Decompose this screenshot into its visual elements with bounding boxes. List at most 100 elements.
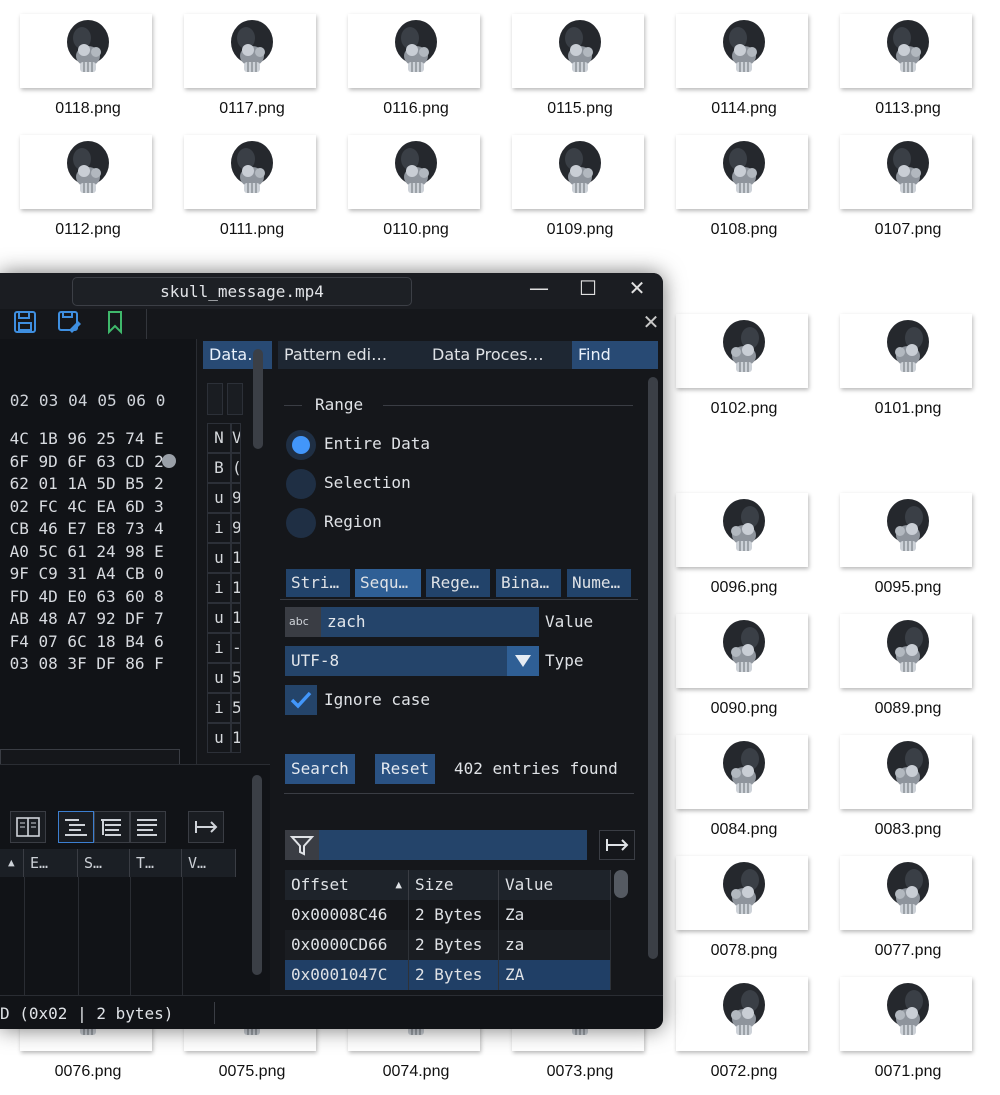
- radio-label-selection: Selection: [324, 473, 411, 492]
- file-name: 0110.png: [383, 221, 449, 238]
- ignore-case-label: Ignore case: [324, 690, 430, 709]
- column-header[interactable]: V…: [182, 849, 236, 877]
- file-name: 0095.png: [874, 579, 942, 596]
- hex-row[interactable]: FD 4D E0 63 60 8: [0, 587, 164, 606]
- image-thumbnail: [840, 735, 972, 809]
- column-header-size[interactable]: Size: [409, 870, 499, 900]
- tab-data-inspector[interactable]: Data…: [203, 341, 277, 369]
- inspector-cell: i: [207, 633, 231, 663]
- hex-row[interactable]: 6F 9D 6F 63 CD 2: [0, 452, 164, 471]
- column-header-offset-label: Offset: [291, 875, 349, 894]
- inspector-cell: u: [207, 663, 231, 693]
- radio-label-region: Region: [324, 512, 382, 531]
- file-name: 0118.png: [55, 100, 121, 117]
- hex-row[interactable]: 9F C9 31 A4 CB 0: [0, 564, 164, 583]
- file-name: 0078.png: [710, 942, 778, 959]
- book-view-icon[interactable]: [10, 811, 46, 843]
- toolbar-divider: [146, 309, 147, 339]
- value-input[interactable]: zach: [321, 607, 539, 637]
- bottom-left-scrollbar[interactable]: [252, 775, 262, 975]
- column-header[interactable]: E…: [24, 849, 78, 877]
- image-thumbnail: [676, 14, 808, 88]
- tab-string-search[interactable]: Stri…: [286, 569, 350, 597]
- hex-row[interactable]: AB 48 A7 92 DF 7: [0, 609, 164, 628]
- sort-ascending-icon: ▲: [395, 878, 402, 891]
- hex-row[interactable]: A0 5C 61 24 98 E: [0, 542, 164, 561]
- search-button[interactable]: Search: [285, 754, 355, 784]
- column-divider: [24, 877, 25, 995]
- tree-view-icon[interactable]: [58, 811, 94, 843]
- file-name: 0108.png: [710, 221, 778, 238]
- title-bar[interactable]: skull_message.mp4 — ☐ ✕: [0, 273, 663, 309]
- save-as-icon[interactable]: [56, 309, 82, 335]
- tab-sequence-search[interactable]: Sequ…: [355, 569, 421, 597]
- image-thumbnail: [348, 135, 480, 209]
- jump-arrow-icon[interactable]: [188, 811, 224, 843]
- file-name: 0113.png: [875, 100, 941, 117]
- radio-entire-data[interactable]: [286, 430, 316, 460]
- image-thumbnail: [676, 856, 808, 930]
- list-view-icon[interactable]: [130, 811, 166, 843]
- radio-selection[interactable]: [286, 469, 316, 499]
- hex-row[interactable]: 62 01 1A 5D B5 2: [0, 474, 164, 493]
- type-select[interactable]: UTF-8: [285, 646, 507, 676]
- results-scrollbar[interactable]: [614, 870, 628, 898]
- minimize-button[interactable]: —: [516, 273, 562, 305]
- column-divider: [182, 877, 183, 995]
- radio-region[interactable]: [286, 508, 316, 538]
- jump-to-result-icon[interactable]: [599, 830, 635, 860]
- column-header[interactable]: S…: [78, 849, 130, 877]
- image-thumbnail: [676, 314, 808, 388]
- tab-data-processor[interactable]: Data Proces…: [426, 341, 578, 369]
- bookmark-icon[interactable]: [102, 309, 128, 335]
- table-cell-offset: 0x0000CD66: [285, 930, 409, 960]
- table-cell-size: 2 Bytes: [409, 960, 499, 990]
- hex-scroll-handle[interactable]: [162, 454, 176, 468]
- data-inspector: Data… N V B(u 9 i 9 u 1 i 1 u 1 i - u 5 i 5 u 1: [196, 339, 277, 764]
- table-cell-offset: 0x00008C46: [285, 900, 409, 930]
- image-thumbnail: [676, 135, 808, 209]
- hex-view[interactable]: 02 03 04 05 06 0 4C 1B 96 25 74 E 6F 9D …: [0, 339, 196, 821]
- hex-row[interactable]: F4 07 6C 18 B4 6: [0, 632, 164, 651]
- image-thumbnail: [348, 14, 480, 88]
- sort-ascending-icon[interactable]: ▲: [0, 849, 24, 877]
- indent-view-icon[interactable]: [94, 811, 130, 843]
- tab-pattern-editor[interactable]: Pattern edi…: [278, 341, 430, 369]
- inspector-cell: 5: [231, 693, 241, 723]
- value-label: Value: [545, 612, 594, 631]
- hex-editor-window: skull_message.mp4 — ☐ ✕ ✕ 02 03 04 05 06…: [0, 273, 663, 1029]
- file-name: 0115.png: [547, 100, 613, 117]
- filter-input[interactable]: [319, 830, 587, 860]
- inspector-cell: u: [207, 603, 231, 633]
- file-name: 0109.png: [546, 221, 614, 238]
- ignore-case-checkbox[interactable]: [285, 685, 317, 715]
- range-separator-right: [383, 405, 633, 406]
- column-header-offset[interactable]: Offset ▲: [285, 870, 409, 900]
- column-divider: [78, 877, 79, 995]
- column-header[interactable]: T…: [130, 849, 182, 877]
- table-cell-value: Za: [499, 900, 611, 930]
- hex-row[interactable]: 03 08 3F DF 86 F: [0, 654, 164, 673]
- reset-button[interactable]: Reset: [375, 754, 436, 784]
- find-scrollbar[interactable]: [648, 377, 658, 959]
- tab-find[interactable]: Find: [572, 341, 658, 369]
- hex-row[interactable]: 02 FC 4C EA 6D 3: [0, 497, 164, 516]
- file-name: 0111.png: [219, 221, 285, 238]
- save-icon[interactable]: [12, 309, 38, 335]
- tab-regex-search[interactable]: Rege…: [426, 569, 490, 597]
- maximize-button[interactable]: ☐: [565, 273, 611, 305]
- image-thumbnail: [184, 135, 316, 209]
- image-thumbnail: [840, 493, 972, 567]
- panel-close-icon[interactable]: ✕: [640, 311, 662, 333]
- file-name: 0076.png: [54, 1063, 122, 1080]
- tab-binary-search[interactable]: Bina…: [496, 569, 561, 597]
- hex-row[interactable]: 4C 1B 96 25 74 E: [0, 429, 164, 448]
- chevron-down-icon[interactable]: [507, 646, 539, 676]
- inspector-header-cell: [227, 383, 243, 415]
- hex-row[interactable]: CB 46 E7 E8 73 4: [0, 519, 164, 538]
- image-thumbnail: [840, 314, 972, 388]
- column-header-value[interactable]: Value: [499, 870, 611, 900]
- inspector-scrollbar[interactable]: [253, 349, 263, 449]
- tab-numeric-search[interactable]: Nume…: [567, 569, 631, 597]
- close-button[interactable]: ✕: [614, 273, 660, 305]
